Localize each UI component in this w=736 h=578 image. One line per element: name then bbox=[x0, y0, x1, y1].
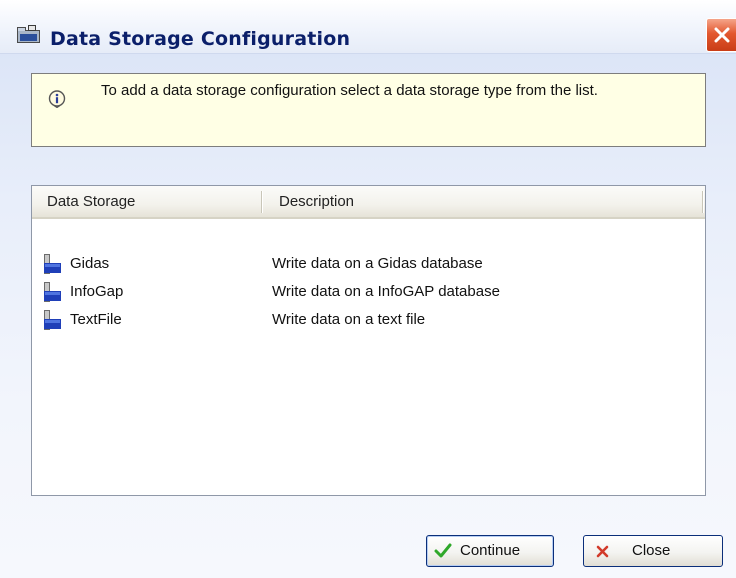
continue-button[interactable]: Continue bbox=[426, 535, 554, 567]
data-storage-list[interactable]: Data Storage Description Gidas Write dat… bbox=[31, 185, 706, 496]
list-item-description: Write data on a text file bbox=[272, 311, 426, 328]
list-item-description: Write data on a Gidas database bbox=[272, 255, 483, 272]
list-item-name: TextFile bbox=[70, 311, 122, 328]
data-storage-icon bbox=[42, 253, 64, 275]
close-button[interactable]: Close bbox=[583, 535, 723, 567]
info-icon bbox=[48, 90, 66, 109]
checkmark-icon bbox=[434, 543, 452, 558]
column-separator[interactable] bbox=[261, 191, 263, 213]
x-icon bbox=[596, 545, 609, 558]
list-item[interactable]: Gidas Write data on a Gidas database bbox=[32, 250, 705, 278]
window-title: Data Storage Configuration bbox=[50, 28, 351, 50]
list-item-name: InfoGap bbox=[70, 283, 124, 300]
folder-settings-icon bbox=[16, 24, 42, 44]
window-close-button[interactable] bbox=[706, 18, 736, 52]
info-message: To add a data storage configuration sele… bbox=[101, 82, 598, 99]
list-item-name: Gidas bbox=[70, 255, 110, 272]
data-storage-icon bbox=[42, 281, 64, 303]
list-item-description: Write data on a InfoGAP database bbox=[272, 283, 500, 300]
title-bar[interactable]: Data Storage Configuration bbox=[0, 0, 736, 54]
list-item[interactable]: InfoGap Write data on a InfoGAP database bbox=[32, 278, 705, 306]
dialog-window: Data Storage Configuration To add a data… bbox=[0, 0, 736, 578]
data-storage-icon bbox=[42, 309, 64, 331]
info-panel: To add a data storage configuration sele… bbox=[31, 73, 706, 147]
list-header: Data Storage Description bbox=[32, 186, 705, 219]
continue-button-label: Continue bbox=[460, 542, 521, 559]
list-item[interactable]: TextFile Write data on a text file bbox=[32, 306, 705, 334]
close-button-label: Close bbox=[632, 542, 671, 559]
column-separator[interactable] bbox=[702, 191, 704, 213]
column-header-description[interactable]: Description bbox=[279, 186, 354, 217]
column-header-data-storage[interactable]: Data Storage bbox=[47, 186, 135, 217]
